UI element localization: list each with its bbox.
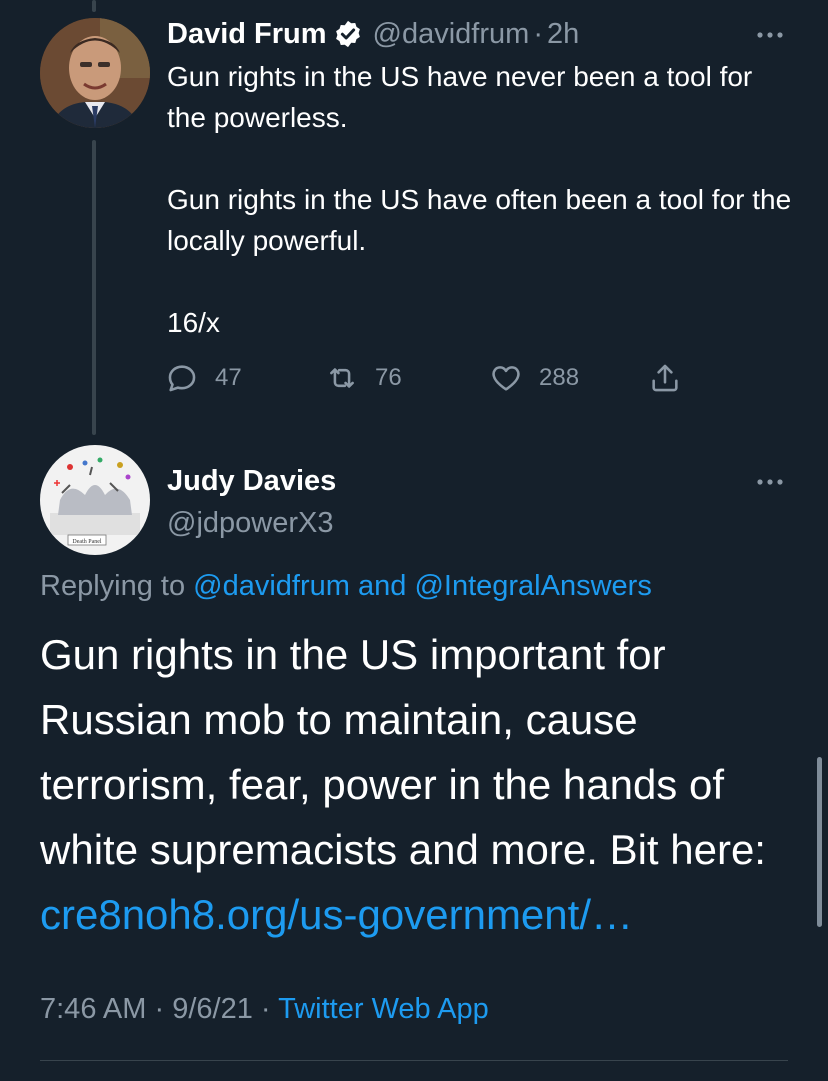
avatar-caption: Death Panel xyxy=(72,539,101,545)
tweet-meta: 7:46 AM · 9/6/21 · Twitter Web App xyxy=(40,993,489,1026)
separator-dot: · xyxy=(154,993,165,1025)
tweet-time[interactable]: 2h xyxy=(547,18,579,51)
tweet-url-link[interactable]: cre8noh8.org/us-government/… xyxy=(40,891,633,938)
retweet-button[interactable]: 76 xyxy=(325,358,402,398)
reply-count: 47 xyxy=(215,364,242,391)
author-handle[interactable]: @davidfrum xyxy=(373,18,530,51)
more-horizontal-icon[interactable] xyxy=(752,472,788,492)
scrollbar[interactable] xyxy=(817,757,822,927)
replying-to-line: Replying to @davidfrum and @IntegralAnsw… xyxy=(40,570,652,603)
author-handle[interactable]: @jdpowerX3 xyxy=(167,502,336,544)
heart-icon xyxy=(492,366,520,391)
replying-prefix: Replying to xyxy=(40,570,186,602)
like-button[interactable]: 288 xyxy=(489,358,579,398)
tweet-timestamp[interactable]: 7:46 AM xyxy=(40,993,146,1025)
retweet-icon xyxy=(330,368,354,388)
share-button[interactable] xyxy=(648,358,682,398)
retweet-count: 76 xyxy=(375,364,402,391)
thread-line xyxy=(92,140,96,435)
tweet1-actions: 47 76 288 xyxy=(165,358,725,398)
author-name[interactable]: Judy Davies xyxy=(167,460,336,502)
tweet1-body: Gun rights in the US have never been a t… xyxy=(167,56,797,343)
tweet-paragraph: 16/x xyxy=(167,307,220,338)
tweet1-header: David Frum @davidfrum · 2h xyxy=(167,14,579,54)
tweet2-body: Gun rights in the US important for Russi… xyxy=(40,622,810,947)
share-icon xyxy=(652,364,678,392)
avatar-david-frum[interactable] xyxy=(40,18,150,128)
tweet2-header: Judy Davies @jdpowerX3 xyxy=(167,460,336,544)
divider xyxy=(40,1060,788,1061)
reply-button[interactable]: 47 xyxy=(165,358,242,398)
separator-dot: · xyxy=(533,17,543,50)
author-name[interactable]: David Frum xyxy=(167,18,327,51)
avatar-judy-davies[interactable]: Death Panel xyxy=(40,445,150,555)
more-horizontal-icon[interactable] xyxy=(752,25,788,45)
source-app-link[interactable]: Twitter Web App xyxy=(278,993,489,1025)
tweet-date[interactable]: 9/6/21 xyxy=(172,993,253,1025)
mention-link[interactable]: @IntegralAnswers xyxy=(414,570,651,602)
separator-dot: · xyxy=(260,993,271,1025)
mention-link[interactable]: @davidfrum xyxy=(193,570,350,602)
tweet-text: Gun rights in the US important for Russi… xyxy=(40,631,766,873)
thread-line-top xyxy=(92,0,96,12)
verified-badge-icon xyxy=(335,20,360,48)
like-count: 288 xyxy=(539,364,580,391)
tweet-paragraph: Gun rights in the US have often been a t… xyxy=(167,184,792,256)
reply-icon xyxy=(168,365,196,392)
replying-and: and xyxy=(358,570,407,602)
tweet-paragraph: Gun rights in the US have never been a t… xyxy=(167,61,753,133)
